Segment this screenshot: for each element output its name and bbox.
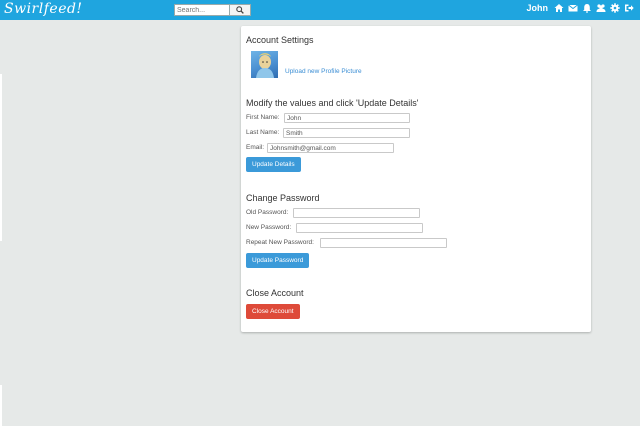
new-password-field[interactable] [296,223,423,233]
last-name-label: Last Name: [246,129,280,136]
top-navbar: Swirlfeed! John [0,0,640,20]
close-account-button[interactable]: Close Account [246,304,300,319]
envelope-icon[interactable] [567,2,578,13]
left-edge-strip [0,74,2,241]
search-input[interactable] [174,4,229,16]
gear-icon[interactable] [609,2,620,13]
left-edge-strip-lower [0,385,2,426]
first-name-field[interactable] [284,113,410,123]
bell-icon[interactable] [581,2,592,13]
close-account-heading: Close Account [246,288,304,298]
username-link[interactable]: John [527,3,549,13]
new-password-label: New Password: [246,224,292,231]
users-icon[interactable] [595,2,606,13]
upload-profile-picture-link[interactable]: Upload new Profile Picture [285,68,362,75]
old-password-field[interactable] [293,208,420,218]
search-button[interactable] [229,4,251,16]
user-nav: John [527,2,635,13]
details-heading: Modify the values and click 'Update Deta… [246,98,419,108]
avatar-image [256,53,274,78]
email-label: Email: [246,144,265,151]
old-password-label: Old Password: [246,209,289,216]
home-icon[interactable] [553,2,564,13]
search-form [174,4,251,16]
profile-picture [251,51,278,78]
site-logo[interactable]: Swirlfeed! [4,1,83,17]
repeat-password-field[interactable] [320,238,447,248]
sign-out-icon[interactable] [623,2,634,13]
update-password-button[interactable]: Update Password [246,253,310,268]
last-name-field[interactable] [283,128,410,138]
email-field[interactable] [267,143,394,153]
search-icon [236,6,244,14]
page-title: Account Settings [246,35,314,45]
repeat-password-label: Repeat New Password: [246,239,314,246]
change-password-heading: Change Password [246,193,320,203]
update-details-button[interactable]: Update Details [246,157,301,172]
first-name-label: First Name: [246,114,280,121]
account-settings-panel: Account Settings Upload new Profile Pict… [241,26,591,332]
